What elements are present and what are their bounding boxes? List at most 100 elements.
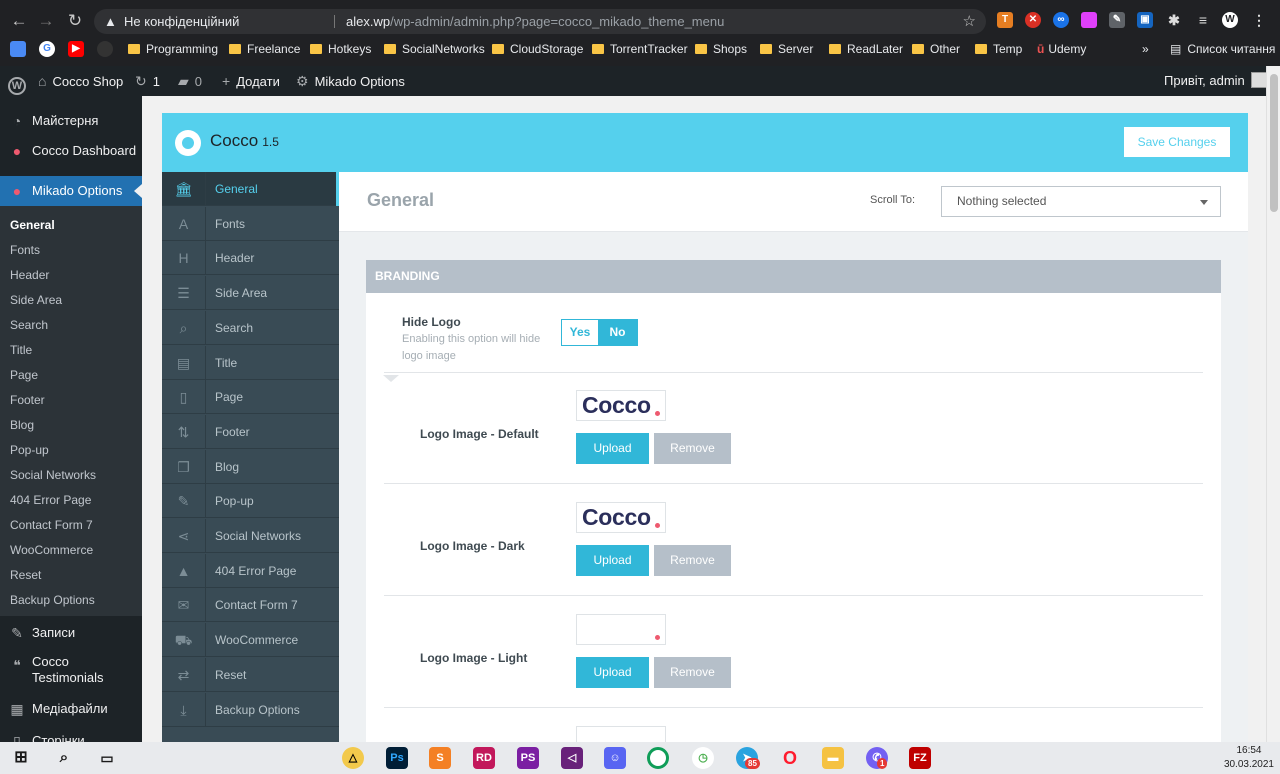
nav-item-woocommerce[interactable]: ⛟ WooCommerce [162, 623, 339, 658]
site-name-link[interactable]: ⌂ Cocco Shop [38, 66, 123, 96]
submenu-reset[interactable]: Reset [10, 565, 41, 585]
bookmark-shops[interactable]: Shops [695, 40, 747, 58]
logo-dark-remove-button[interactable]: Remove [654, 545, 731, 576]
save-changes-button[interactable]: Save Changes [1124, 127, 1230, 157]
nav-item-social-networks[interactable]: ⋖ Social Networks [162, 519, 339, 553]
submenu-social-networks[interactable]: Social Networks [10, 465, 96, 485]
submenu-woocommerce[interactable]: WooCommerce [10, 540, 93, 560]
bookmark-freelance[interactable]: Freelance [229, 40, 300, 58]
sidebar-item-dashboard[interactable]: ◔ Майстерня [0, 106, 142, 136]
mikado-options-link[interactable]: ⚙ Mikado Options [296, 66, 405, 96]
submenu-general[interactable]: General [10, 215, 55, 235]
nav-item-header[interactable]: H Header [162, 241, 339, 276]
windows-start-icon[interactable]: ⊞ [10, 747, 32, 769]
task-view-icon[interactable]: ▭ [96, 747, 118, 769]
submenu-backup[interactable]: Backup Options [10, 590, 95, 610]
menu-dots-icon[interactable]: ⋮ [1251, 12, 1267, 28]
user-account-link[interactable]: Привіт, admin [1164, 66, 1267, 96]
bookmark-readlater[interactable]: ReadLater [829, 40, 903, 58]
bookmark-other[interactable]: Other [912, 40, 960, 58]
sublime-icon[interactable]: S [429, 747, 451, 769]
viber-icon[interactable]: ✆ 1 [866, 747, 888, 769]
app-icon[interactable]: ◷ [692, 747, 714, 769]
bookmark-socialnetworks[interactable]: SocialNetworks [384, 40, 485, 58]
wordpress-logo-icon[interactable]: W [8, 66, 26, 96]
nav-item-blog[interactable]: ❐ Blog [162, 449, 339, 484]
bookmark-cloudstorage[interactable]: CloudStorage [492, 40, 583, 58]
nav-item-reset[interactable]: ⇄ Reset [162, 657, 339, 692]
comments-link[interactable]: ▰ 0 [178, 66, 202, 96]
logo-light-remove-button[interactable]: Remove [654, 657, 731, 688]
submenu-404[interactable]: 404 Error Page [10, 490, 91, 510]
page-scrollbar[interactable] [1266, 66, 1280, 742]
extension-icon[interactable]: T [997, 12, 1013, 28]
bookmark-server[interactable]: Server [760, 40, 813, 58]
nav-item-search[interactable]: ⌕ Search [162, 310, 339, 345]
submenu-side-area[interactable]: Side Area [10, 290, 62, 310]
sidebar-item-mikado-options[interactable]: ● Mikado Options [0, 176, 142, 206]
reload-icon[interactable]: ↻ [64, 10, 86, 32]
nav-item-pop-up[interactable]: ✎ Pop-up [162, 484, 339, 519]
file-explorer-icon[interactable]: ▬ [822, 747, 844, 769]
nav-item-title[interactable]: ▤ Title [162, 345, 339, 380]
chrome-icon[interactable] [647, 747, 669, 769]
extension-icon[interactable] [1081, 12, 1097, 28]
nav-item-side-area[interactable]: ☰ Side Area [162, 276, 339, 311]
puzzle-icon[interactable]: ✱ [1166, 12, 1182, 28]
extension-block-icon[interactable]: ✕ [1025, 12, 1041, 28]
add-new-link[interactable]: + Додати [222, 66, 280, 96]
bookmark-torrenttracker[interactable]: TorrentTracker [592, 40, 688, 58]
rider-icon[interactable]: RD [473, 747, 495, 769]
hide-logo-toggle[interactable]: Yes No [561, 319, 638, 346]
reading-list-button[interactable]: ▤ Список читання [1170, 40, 1275, 58]
bookmark-programming[interactable]: Programming [128, 40, 218, 58]
sidebar-item-posts[interactable]: ✎ Записи [0, 618, 142, 648]
clock[interactable]: 16:54 30.03.2021 [1224, 744, 1274, 772]
google-icon[interactable]: G [39, 41, 55, 57]
bookmark-star-icon[interactable]: ☆ [963, 9, 976, 34]
submenu-title[interactable]: Title [10, 340, 32, 360]
visual-studio-icon[interactable]: ◁ [561, 747, 583, 769]
opera-icon[interactable]: O [779, 747, 801, 769]
sidebar-item-cocco-dashboard[interactable]: ● Cocco Dashboard [0, 136, 142, 166]
app-icon[interactable]: △ [342, 747, 364, 769]
telegram-icon[interactable]: ➤85 [736, 747, 760, 769]
nav-item-backup-options[interactable]: ⤓ Backup Options [162, 692, 339, 727]
back-arrow-icon[interactable]: ← [8, 10, 30, 32]
extension-icon[interactable]: ∞ [1053, 12, 1069, 28]
nav-item-contact-form-7[interactable]: ✉ Contact Form 7 [162, 588, 339, 623]
submenu-popup[interactable]: Pop-up [10, 440, 49, 460]
media-queue-icon[interactable]: ≡ [1195, 12, 1211, 28]
logo-light-upload-button[interactable]: Upload [576, 657, 649, 688]
submenu-search[interactable]: Search [10, 315, 48, 335]
submenu-fonts[interactable]: Fonts [10, 240, 40, 260]
nav-item-fonts[interactable]: A Fonts [162, 206, 339, 241]
youtube-icon[interactable]: ▶ [68, 41, 84, 57]
extension-icon[interactable]: ▣ [1137, 12, 1153, 28]
extension-pen-icon[interactable]: ✎ [1109, 12, 1125, 28]
submenu-footer[interactable]: Footer [10, 390, 45, 410]
sidebar-item-pages[interactable]: ▯ Сторінки [0, 726, 142, 742]
discord-icon[interactable]: ☺ [604, 747, 626, 769]
nav-item-404-error-page[interactable]: ▲ 404 Error Page [162, 553, 339, 588]
phpstorm-icon[interactable]: PS [517, 747, 539, 769]
logo-dark-upload-button[interactable]: Upload [576, 545, 649, 576]
apps-icon[interactable] [10, 41, 26, 57]
bookmark-temp[interactable]: Temp [975, 40, 1022, 58]
warning-info-icon[interactable]: ▲ [104, 9, 117, 34]
sidebar-item-media[interactable]: ▦ Медіафайли [0, 694, 142, 724]
profile-avatar-icon[interactable]: W [1222, 12, 1238, 28]
github-icon[interactable] [97, 41, 113, 57]
toggle-no[interactable]: No [598, 320, 637, 345]
updates-link[interactable]: ↻ 1 [135, 66, 160, 96]
forward-arrow-icon[interactable]: → [35, 10, 57, 32]
search-icon[interactable]: ⌕ [53, 747, 75, 769]
scroll-to-select[interactable]: Nothing selected [941, 186, 1221, 217]
submenu-contact-form[interactable]: Contact Form 7 [10, 515, 93, 535]
submenu-header[interactable]: Header [10, 265, 49, 285]
bookmarks-overflow-button[interactable]: » [1142, 40, 1149, 58]
bookmark-hotkeys[interactable]: Hotkeys [310, 40, 371, 58]
nav-item-page[interactable]: ▯ Page [162, 380, 339, 415]
photoshop-icon[interactable]: Ps [386, 747, 408, 769]
nav-item-general[interactable]: 🏛 General [162, 172, 339, 206]
